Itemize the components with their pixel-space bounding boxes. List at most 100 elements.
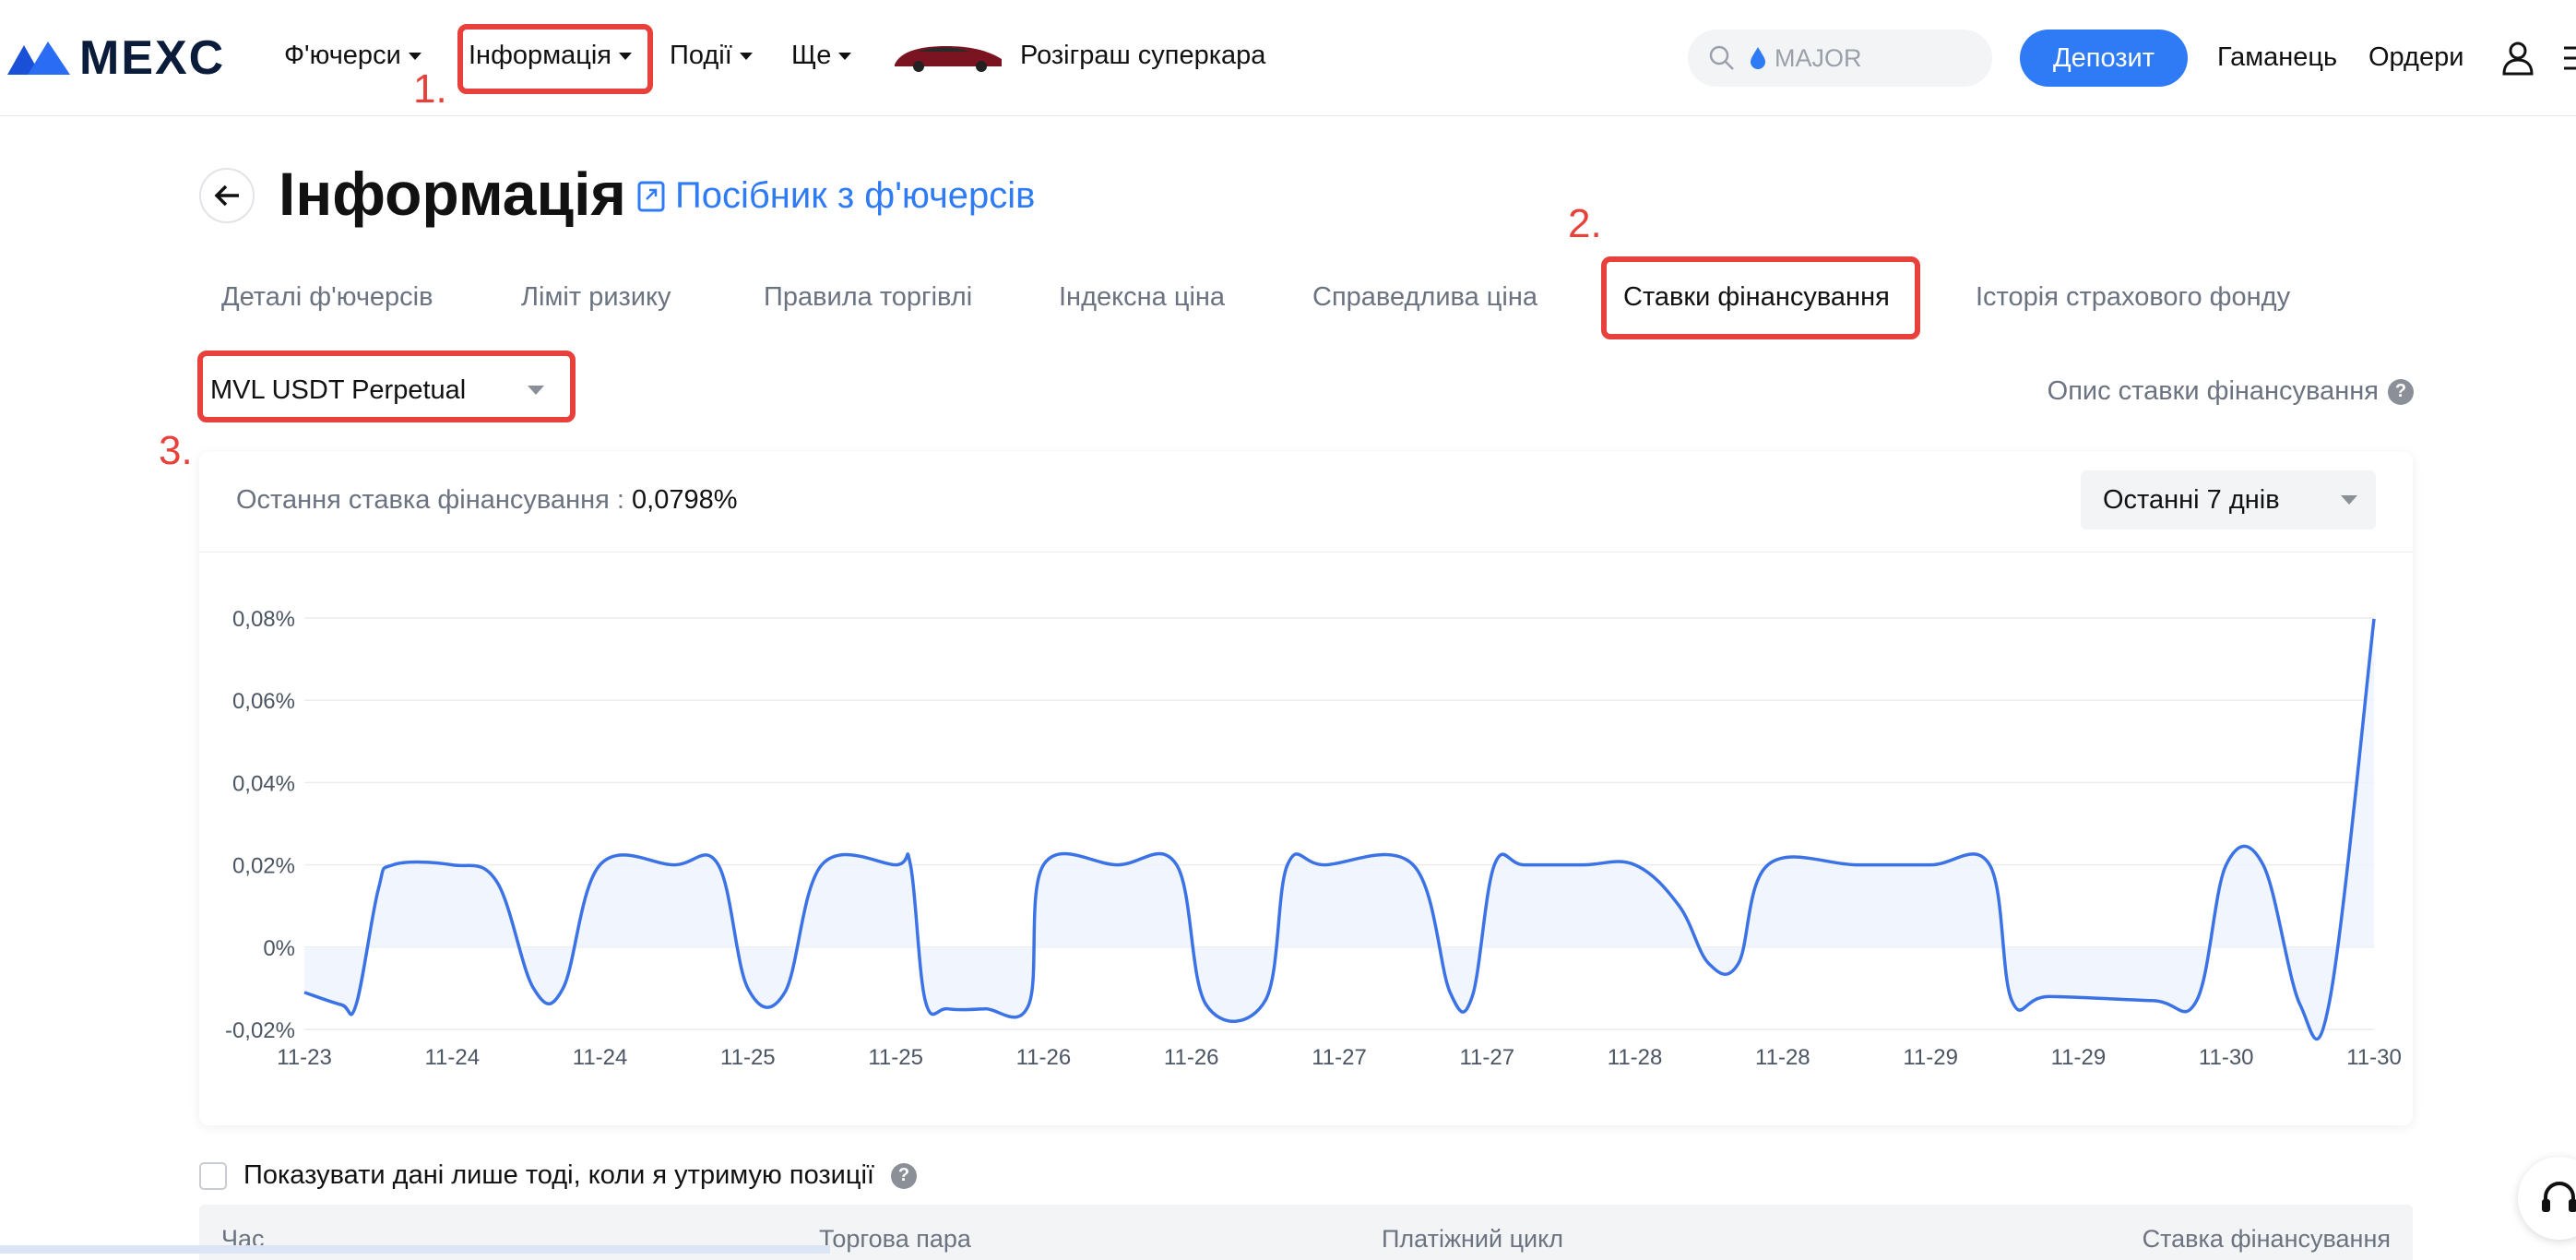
data-point bbox=[1043, 864, 1044, 865]
tab-insurance-fund-history[interactable]: Історія страхового фонду bbox=[1976, 282, 2290, 313]
y-tick-label: -0,02% bbox=[225, 1018, 295, 1043]
help-icon: ? bbox=[890, 1162, 917, 1189]
series-area-fill bbox=[304, 618, 2374, 1040]
data-point bbox=[1450, 992, 1451, 993]
data-point bbox=[1413, 864, 1414, 865]
nav-events-label: Події bbox=[670, 41, 732, 70]
wallet-link[interactable]: Гаманець bbox=[2217, 42, 2337, 73]
contract-select-value: MVL USDT Perpetual bbox=[210, 374, 467, 405]
search-placeholder: MAJOR bbox=[1775, 43, 1862, 72]
data-point bbox=[1264, 1000, 1265, 1001]
data-point bbox=[2329, 1000, 2330, 1001]
data-point bbox=[599, 864, 600, 865]
data-point bbox=[2048, 996, 2049, 997]
data-point bbox=[341, 1004, 342, 1005]
filter-label: Показувати дані лише тоді, коли я утриму… bbox=[243, 1160, 874, 1190]
x-tick-label: 11-30 bbox=[2199, 1045, 2254, 1070]
help-icon: ? bbox=[2388, 378, 2414, 405]
data-point bbox=[2196, 1000, 2197, 1001]
period-select[interactable]: Останні 7 днів bbox=[2081, 470, 2376, 529]
tab-funding-rates[interactable]: Ставки фінансування bbox=[1623, 282, 1890, 313]
data-point bbox=[1679, 906, 1680, 907]
promo-label: Розіграш суперкара bbox=[1020, 41, 1266, 70]
data-point bbox=[1767, 864, 1768, 865]
data-point bbox=[673, 864, 674, 865]
data-point bbox=[925, 1000, 926, 1001]
top-navbar: MEXC Ф'ючерси Інформація Події Ще Розігр… bbox=[0, 0, 2576, 116]
column-header-funding-rate: Ставка фінансування bbox=[2142, 1225, 2391, 1253]
data-point bbox=[2374, 618, 2375, 619]
nav-supercar-promo[interactable]: Розіграш суперкара bbox=[1020, 41, 1265, 71]
orders-link[interactable]: Ордери bbox=[2368, 42, 2463, 73]
search-input[interactable]: MAJOR bbox=[1688, 30, 1992, 87]
futures-guide-link[interactable]: Посібник з ф'ючерсів bbox=[636, 175, 1035, 217]
supercar-icon bbox=[895, 46, 1002, 72]
contract-select[interactable]: MVL USDT Perpetual bbox=[210, 363, 559, 417]
menu-icon[interactable] bbox=[2564, 44, 2576, 72]
data-point bbox=[784, 992, 785, 993]
deposit-button[interactable]: Депозит bbox=[2020, 30, 2188, 87]
position-only-checkbox[interactable] bbox=[199, 1161, 227, 1190]
nav-events[interactable]: Події bbox=[670, 41, 753, 71]
x-tick-label: 11-26 bbox=[1016, 1045, 1072, 1070]
data-point bbox=[1205, 1004, 1206, 1005]
data-point bbox=[378, 889, 379, 890]
data-point bbox=[1472, 996, 1473, 997]
horizontal-scrollbar[interactable] bbox=[0, 1245, 830, 1254]
tab-trading-rules[interactable]: Правила торгівлі bbox=[764, 282, 972, 313]
last-rate-label: Остання ставка фінансування : bbox=[236, 485, 624, 515]
data-point bbox=[1028, 1004, 1029, 1005]
search-icon bbox=[1709, 45, 1734, 70]
tab-fair-price[interactable]: Справедлива ціна bbox=[1312, 282, 1537, 313]
data-point bbox=[496, 881, 497, 882]
tab-futures-details[interactable]: Деталі ф'ючерсів bbox=[221, 282, 433, 313]
guide-book-icon bbox=[637, 181, 665, 211]
y-tick-label: 0,08% bbox=[232, 607, 295, 632]
funding-rate-card: Остання ставка фінансування : 0,0798% Ос… bbox=[199, 452, 2413, 1125]
arrow-left-icon bbox=[214, 184, 239, 207]
data-point bbox=[747, 988, 748, 989]
data-point bbox=[1117, 864, 1118, 865]
tab-risk-limit[interactable]: Ліміт ризику bbox=[521, 282, 671, 313]
position-only-filter[interactable]: Показувати дані лише тоді, коли я утриму… bbox=[199, 1160, 917, 1191]
support-chat-button[interactable] bbox=[2518, 1157, 2576, 1240]
column-header-pair: Торгова пара bbox=[819, 1225, 971, 1253]
headset-icon bbox=[2542, 1182, 2576, 1212]
data-point bbox=[1738, 963, 1739, 964]
data-point bbox=[393, 864, 394, 865]
column-header-cycle: Платіжний цикл bbox=[1382, 1225, 1564, 1253]
data-point bbox=[563, 988, 564, 989]
y-tick-label: 0,04% bbox=[232, 771, 295, 796]
nav-more[interactable]: Ще bbox=[791, 41, 852, 71]
back-button[interactable] bbox=[199, 168, 255, 223]
data-point bbox=[1634, 864, 1635, 865]
x-tick-label: 11-29 bbox=[2051, 1045, 2107, 1070]
chevron-down-icon bbox=[838, 52, 852, 60]
mexc-logo[interactable]: MEXC bbox=[7, 31, 225, 85]
data-point bbox=[1176, 864, 1177, 865]
data-point bbox=[984, 1008, 985, 1009]
x-tick-label: 11-27 bbox=[1312, 1045, 1367, 1070]
data-point bbox=[822, 864, 823, 865]
x-tick-label: 11-30 bbox=[2346, 1045, 2402, 1070]
data-point bbox=[910, 864, 911, 865]
logo-text: MEXC bbox=[79, 31, 226, 85]
tab-index-price[interactable]: Індексна ціна bbox=[1059, 282, 1225, 313]
funding-rate-description-link[interactable]: Опис ставки фінансування ? bbox=[2048, 376, 2414, 407]
x-tick-label: 11-26 bbox=[1164, 1045, 1219, 1070]
data-point bbox=[2262, 864, 2263, 865]
x-tick-label: 11-28 bbox=[1755, 1045, 1810, 1070]
chevron-down-icon bbox=[528, 386, 544, 395]
mexc-mountain-icon bbox=[7, 42, 70, 75]
chevron-down-icon bbox=[408, 52, 421, 60]
data-point bbox=[1930, 864, 1931, 865]
x-tick-label: 11-24 bbox=[424, 1045, 480, 1070]
annotation-label-2: 2. bbox=[1568, 201, 1602, 246]
data-point bbox=[2299, 1004, 2300, 1005]
x-tick-label: 11-23 bbox=[277, 1045, 332, 1070]
nav-futures[interactable]: Ф'ючерси bbox=[284, 41, 421, 71]
nav-more-label: Ще bbox=[791, 41, 832, 70]
user-icon[interactable] bbox=[2501, 41, 2534, 76]
guide-link-label: Посібник з ф'ючерсів bbox=[675, 175, 1036, 216]
annotation-label-1: 1. bbox=[413, 66, 447, 112]
